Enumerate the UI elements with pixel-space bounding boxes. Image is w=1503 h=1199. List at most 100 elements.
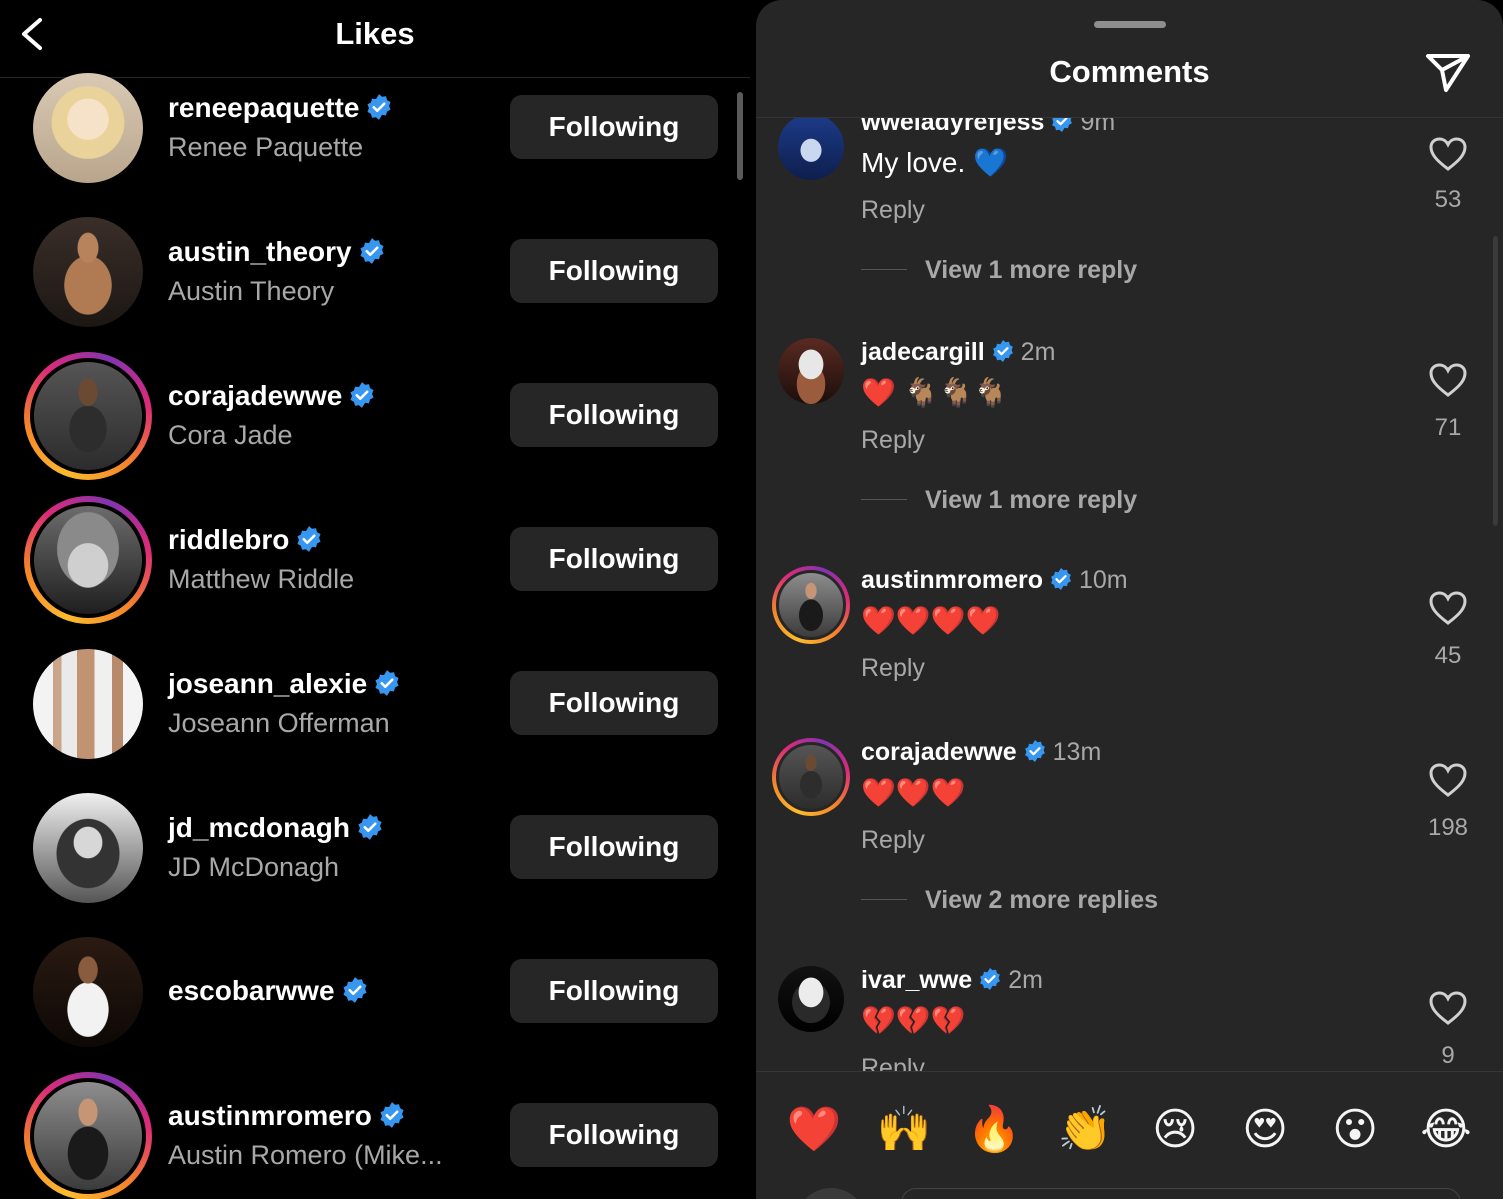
reply-button[interactable]: Reply [861,826,925,855]
full-name: Matthew Riddle [168,564,355,594]
view-more-replies[interactable]: View 2 more replies [861,886,1158,915]
avatar-story-ring[interactable] [772,738,850,816]
verified-badge-icon [380,1102,404,1128]
avatar[interactable] [24,784,152,912]
page-title: Comments [1049,54,1210,89]
reply-button[interactable]: Reply [861,426,925,455]
comment-input[interactable] [901,1188,1461,1199]
composer-avatar [796,1188,866,1199]
verified-badge-icon [1051,568,1071,590]
following-button[interactable]: Following [510,95,718,159]
following-button[interactable]: Following [510,383,718,447]
verified-badge-icon [342,977,367,1003]
comment-username[interactable]: austinmromero [861,566,1043,594]
list-item[interactable]: austinmromero Austin Romero (Mike... Fol… [0,1064,740,1199]
comment-time: 2m [1020,338,1056,366]
full-name: Renee Paquette [168,132,364,162]
comment-time: 2m [1008,966,1043,994]
comment-text: ❤️❤️❤️❤️ [861,605,1001,636]
list-item[interactable]: corajadewwe Cora Jade Following [0,344,740,488]
verified-badge-icon [1052,118,1073,132]
avatar[interactable] [24,640,152,768]
comment-username[interactable]: ivar_wwe [861,966,972,994]
quick-reaction-bar: ❤️ 🙌 🔥 👏 😢 😍 😮 😂 [756,1071,1503,1199]
following-button[interactable]: Following [510,959,718,1023]
list-item[interactable]: joseann_alexie Joseann Offerman Followin… [0,632,740,776]
view-more-replies[interactable]: View 1 more reply [861,256,1137,285]
laughing-emoji-button[interactable]: 😂 [1416,1100,1476,1160]
avatar-story-ring[interactable] [24,1072,152,1199]
following-button[interactable]: Following [510,671,718,735]
fire-emoji-button[interactable]: 🔥 [964,1100,1024,1160]
heart-icon[interactable] [1428,136,1468,172]
reply-button[interactable]: Reply [861,654,925,683]
list-item[interactable]: jd_mcdonagh JD McDonagh Following [0,776,740,920]
username[interactable]: riddlebro [168,524,289,555]
comment-text: 💔💔💔 [861,1005,966,1036]
avatar[interactable] [24,208,152,336]
verified-badge-icon [297,526,321,552]
following-button[interactable]: Following [510,239,718,303]
sheet-drag-handle[interactable] [1094,21,1166,28]
comment-username[interactable]: corajadewwe [861,738,1017,766]
like-count: 9 [1441,1042,1455,1069]
following-button[interactable]: Following [510,815,718,879]
full-name: Cora Jade [168,420,293,450]
heart-eyes-emoji-button[interactable]: 😍 [1235,1100,1295,1160]
avatar[interactable] [24,928,152,1056]
scrollbar[interactable] [1493,236,1498,526]
verified-badge-icon [350,382,374,408]
raised-hands-emoji-button[interactable]: 🙌 [874,1100,934,1160]
likes-panel: Likes reneepaquette Renee Paquette Follo… [0,0,750,1199]
crying-emoji-button[interactable]: 😢 [1145,1100,1205,1160]
verified-badge-icon [367,94,391,120]
username[interactable]: reneepaquette [168,92,359,123]
heart-emoji-button[interactable]: ❤️ [784,1100,844,1160]
reply-button[interactable]: Reply [861,196,925,225]
avatar-story-ring[interactable] [24,496,152,624]
verified-badge-icon [358,814,382,840]
verified-badge-icon [992,340,1013,362]
avatar-story-ring[interactable] [24,352,152,480]
full-name: Austin Theory [168,276,335,306]
reply-button[interactable]: Reply [861,1054,925,1071]
paper-plane-icon[interactable] [1424,50,1472,94]
heart-icon[interactable] [1428,762,1468,798]
avatar-story-ring[interactable] [772,566,850,644]
username[interactable]: jd_mcdonagh [168,812,350,843]
comment-username[interactable]: jadecargill [861,338,985,366]
full-name: JD McDonagh [168,852,340,882]
avatar[interactable] [778,338,844,404]
username[interactable]: escobarwwe [168,975,335,1006]
avatar[interactable] [778,118,844,180]
username[interactable]: corajadewwe [168,380,342,411]
username[interactable]: austinmromero [168,1100,372,1131]
avatar[interactable] [24,64,152,192]
following-button[interactable]: Following [510,527,718,591]
like-count: 71 [1434,414,1462,441]
heart-icon[interactable] [1428,362,1468,398]
verified-badge-icon [360,238,384,264]
list-item[interactable]: reneepaquette Renee Paquette Following [0,56,740,200]
verified-badge-icon [980,968,1001,990]
like-count: 45 [1434,642,1462,669]
comment-list[interactable]: wweladyrefjess 9m My love. 💙 Reply 53 Vie… [756,118,1503,1071]
heart-icon[interactable] [1428,590,1468,626]
comment-time: 10m [1078,566,1128,594]
comments-sheet: Comments wweladyrefjess 9m My love. 💙 Rep… [756,0,1503,1199]
verified-badge-icon [375,670,399,696]
avatar[interactable] [778,966,844,1032]
view-more-replies[interactable]: View 1 more reply [861,486,1137,515]
username[interactable]: austin_theory [168,236,352,267]
list-item[interactable]: riddlebro Matthew Riddle Following [0,488,740,632]
username[interactable]: joseann_alexie [168,668,367,699]
clapping-emoji-button[interactable]: 👏 [1055,1100,1115,1160]
surprised-emoji-button[interactable]: 😮 [1325,1100,1385,1160]
like-count: 53 [1434,186,1462,213]
list-item[interactable]: escobarwwe Following [0,920,740,1064]
following-button[interactable]: Following [510,1103,718,1167]
comment-username[interactable]: wweladyrefjess [861,118,1044,136]
list-item[interactable]: austin_theory Austin Theory Following [0,200,740,344]
like-count: 198 [1427,814,1469,841]
heart-icon[interactable] [1428,990,1468,1026]
